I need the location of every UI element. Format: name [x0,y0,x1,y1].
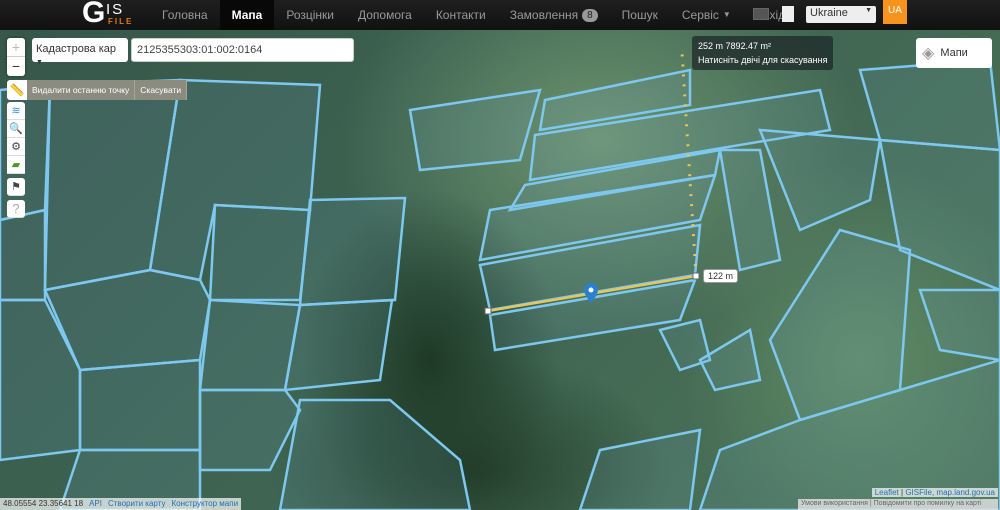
layer-select-value: Кадастрова кар [36,43,117,55]
map-import-icon[interactable]: ▰ [7,156,25,174]
measure-vertex [484,307,492,315]
cancel-measure-button[interactable]: Скасувати [135,80,188,100]
chevron-down-icon: ▼ [865,7,872,14]
zoom-control: + − [7,38,25,76]
map-marker-icon[interactable] [584,283,598,303]
logo-g: G [82,0,106,29]
api-link[interactable]: API [89,499,102,509]
basemaps-button[interactable]: ◈ Мапи [916,38,992,68]
report-error-link[interactable]: Повідомити про помилку на карті [874,500,982,507]
nav-service[interactable]: Сервіс ▼ [670,0,743,30]
settings-icon[interactable]: ⚙ [7,138,25,156]
top-navbar: G IS FILE Головна Мапа Розцінки Допомога… [0,0,1000,30]
segment-length-label: 122 m [703,269,739,283]
nav-service-label: Сервіс [681,8,719,22]
cadastral-layer-select[interactable]: Кадастрова кар ▼ [32,38,128,66]
map-tools: ≋ 🔍 ⚙ ▰ ⚑ ? [7,102,25,218]
zoom-in-button[interactable]: + [7,38,25,57]
nav-map[interactable]: Мапа [219,0,275,30]
cadastral-number-input[interactable]: 2125355303:01:002:0164 [131,38,354,62]
layers-stack-icon[interactable]: ≋ [7,102,25,120]
terms-link[interactable]: Умови використання [801,500,868,507]
main-menu: Головна Мапа Розцінки Допомога Контакти … [150,0,797,30]
help-button[interactable]: ? [7,200,25,218]
measure-guide [680,51,698,277]
delete-last-point-button[interactable]: Видалити останню точку [27,80,136,100]
mail-icon[interactable] [753,8,769,20]
caret-down-icon: ▼ [722,10,731,19]
chevron-down-icon: ▼ [36,59,43,66]
measure-path [484,51,700,315]
basemaps-label: Мапи [940,47,968,59]
gisfile-logo[interactable]: G IS FILE [82,0,142,30]
create-map-link[interactable]: Створити карту [108,499,165,509]
terms-bar: Умови використання | Повідомити про поми… [798,499,998,510]
leaflet-link[interactable]: Leaflet [875,488,899,497]
cursor-coordinates: 48.05554 23.35641 18 [3,499,84,508]
map-constructor-link[interactable]: Конструктор мапи [171,499,238,509]
measure-toolbar: 📏 Видалити останню точку Скасувати [7,80,188,100]
zoom-out-button[interactable]: − [7,57,25,76]
logo-is: IS [106,1,125,18]
country-value: Ukraine [810,7,848,19]
layers-icon: ◈ [922,45,935,62]
nav-help[interactable]: Допомога [346,0,424,30]
search-icon[interactable]: 🔍 [7,120,25,138]
measure-tooltip: 252 m 7892.47 m² Натисніть двічі для ска… [692,36,834,70]
nav-orders-label: Замовлення [509,8,579,22]
map-canvas[interactable]: 122 m + − Кадастрова кар ▼ 2125355303:01… [0,30,1000,510]
map-footer: 48.05554 23.35641 18 API Створити карту … [0,498,242,510]
language-badge[interactable]: UA [883,0,907,24]
nav-search[interactable]: Пошук [610,0,670,30]
logo-file: FILE [108,17,134,26]
document-icon[interactable] [782,6,794,22]
orders-count-badge: 8 [582,8,598,22]
nav-orders[interactable]: Замовлення 8 [498,0,610,30]
attribution: Leaflet | GISFile, map.land.gov.ua [871,488,998,497]
measure-hint: Натисніть двічі для скасування [698,55,828,65]
flag-icon[interactable]: ⚑ [7,178,25,196]
nav-home[interactable]: Головна [150,0,220,30]
measure-totals: 252 m 7892.47 m² [698,41,772,51]
nav-contacts[interactable]: Контакти [424,0,498,30]
measure-vertex [692,272,700,280]
country-select[interactable]: Ukraine ▼ [806,6,876,23]
ruler-icon[interactable]: 📏 [7,80,27,100]
nav-pricing[interactable]: Розцінки [274,0,346,30]
gisfile-attribution-link[interactable]: GISFile, map.land.gov.ua [905,488,995,497]
